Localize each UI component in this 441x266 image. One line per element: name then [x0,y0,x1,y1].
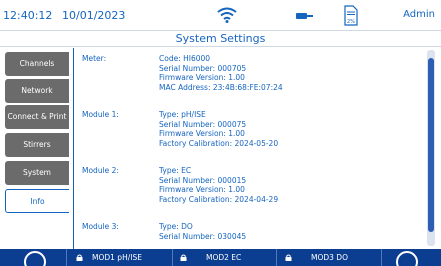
info-line: Type: DO [159,222,193,231]
probe-icon [296,13,313,19]
info-panel: Meter: Code: HI6000 Serial Number: 00070… [73,48,441,249]
tab-system[interactable]: System [5,161,69,185]
lock-icon [285,254,292,261]
module-3-button[interactable]: MOD3 DO [285,249,377,266]
info-line: MAC Address: 23:4B:68:FE:07:24 [159,82,283,92]
info-line: Serial Number: 000015 [159,175,247,185]
status-bar: 12:40:12 10/01/2023 2% Admin [0,0,441,30]
lock-icon [76,254,83,261]
info-values: Type: DO Serial Number: 030045 [159,222,246,241]
scrollbar-thumb[interactable] [428,58,434,232]
divider [276,249,277,266]
info-line: Code: HI6000 [159,54,211,63]
tab-channels[interactable]: Channels [5,52,69,76]
left-soft-button[interactable] [24,251,46,266]
tab-stirrers[interactable]: Stirrers [5,133,69,157]
lock-icon [180,254,187,261]
module-3-label: MOD3 DO [311,253,348,262]
module-1-button[interactable]: MOD1 pH/ISE [76,249,168,266]
info-line: Serial Number: 030045 [159,231,247,241]
info-label: Module 2: [82,166,119,175]
info-line: Firmware Version: 1.00 [159,73,245,82]
wifi-icon [217,7,237,23]
right-soft-button[interactable] [396,251,418,266]
title-bar: System Settings [0,30,441,47]
storage-indicator: 2% [340,4,362,28]
module-2-label: MOD2 EC [206,253,242,262]
tab-connect-print[interactable]: Connect & Print [5,105,69,129]
storage-percent: 2% [347,19,355,25]
info-values: Type: pH/ISE Serial Number: 000075 Firmw… [159,110,278,148]
info-label: Module 3: [82,222,119,231]
clock-date: 10/01/2023 [62,9,126,22]
info-line: Firmware Version: 1.00 [159,129,245,138]
info-values: Type: EC Serial Number: 000015 Firmware … [159,166,278,204]
clock-time: 12:40:12 [3,9,53,22]
module-2-button[interactable]: MOD2 EC [180,249,272,266]
info-line: Serial Number: 000075 [159,119,247,129]
page-title: System Settings [175,32,266,45]
info-label: Meter: [82,54,107,63]
info-values: Code: HI6000 Serial Number: 000705 Firmw… [159,54,283,92]
tab-info[interactable]: Info [5,189,69,213]
info-line: Firmware Version: 1.00 [159,185,245,194]
divider [66,249,67,266]
info-label: Module 1: [82,110,119,119]
info-line: Factory Calibration: 2024-05-20 [159,138,279,148]
divider [381,249,382,266]
info-line: Factory Calibration: 2024-04-29 [159,194,279,204]
divider [172,249,173,266]
user-name[interactable]: Admin [403,9,435,20]
info-line: Serial Number: 000705 [159,63,247,73]
module-1-label: MOD1 pH/ISE [92,253,142,262]
tab-network[interactable]: Network [5,79,69,103]
info-line: Type: pH/ISE [159,110,206,119]
info-line: Type: EC [159,166,192,175]
